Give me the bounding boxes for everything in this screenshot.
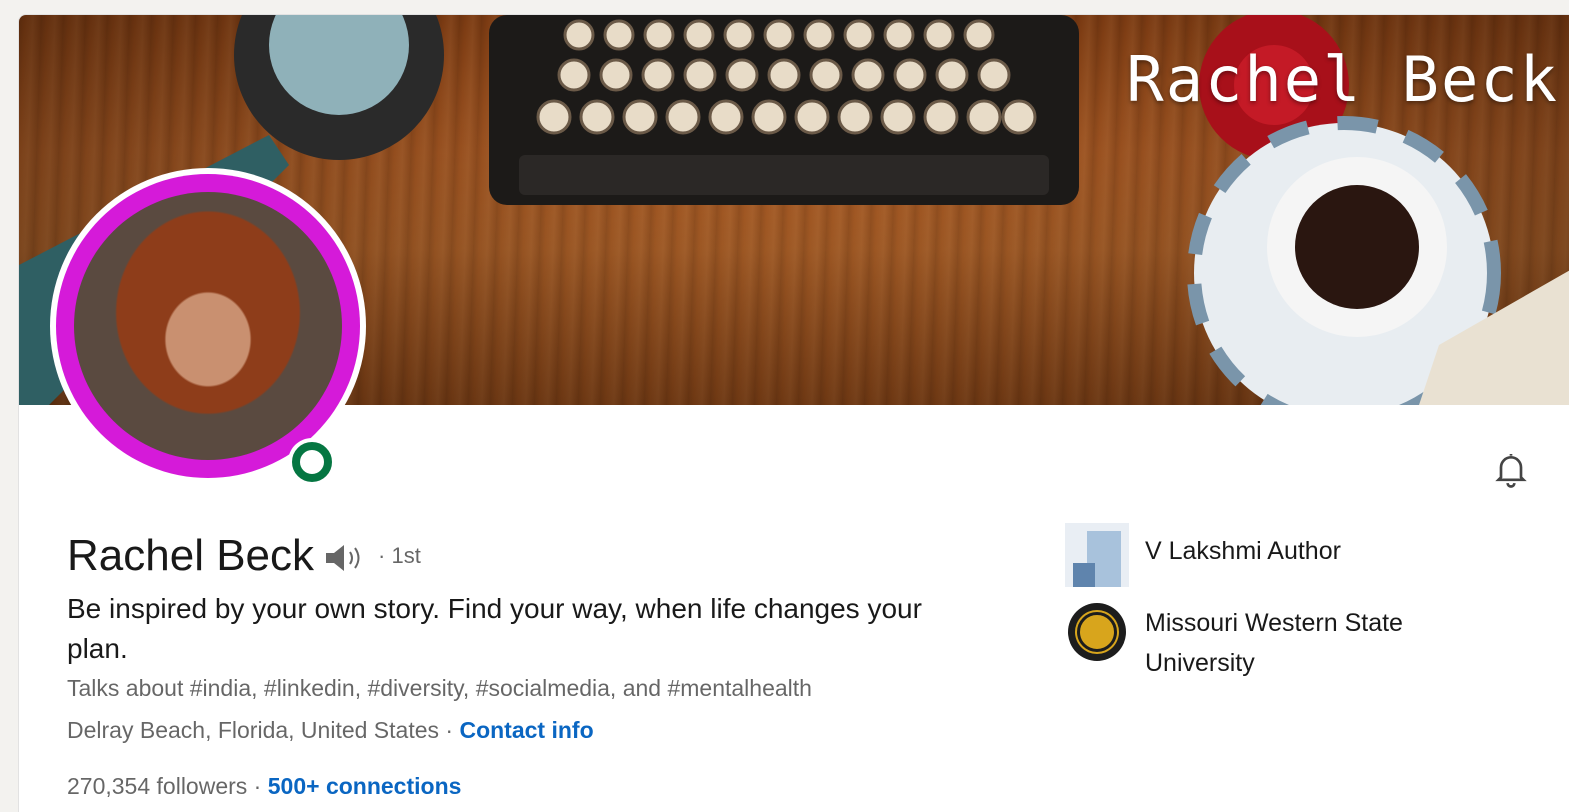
stats-separator: · (247, 773, 268, 799)
notification-bell-button[interactable] (1489, 447, 1533, 491)
location-text: Delray Beach, Florida, United States (67, 717, 440, 743)
profile-photo[interactable] (50, 168, 366, 484)
school-logo-icon (1068, 603, 1126, 661)
stats-row: 270,354 followers · 500+ connections (67, 773, 461, 800)
current-company-item[interactable]: V Lakshmi Author (1065, 523, 1505, 587)
name-pronunciation-button[interactable] (324, 542, 368, 574)
education-item[interactable]: Missouri Western State University (1065, 603, 1505, 683)
talks-about: Talks about #india, #linkedin, #diversit… (67, 675, 812, 701)
connections-link[interactable]: 500+ connections (268, 773, 462, 799)
open-to-work-ring (56, 174, 360, 478)
online-status-indicator (288, 438, 336, 486)
banner-title: Rachel Beck (1126, 43, 1559, 116)
location-separator: · (439, 717, 460, 743)
profile-name: Rachel Beck (67, 531, 315, 580)
location-row: Delray Beach, Florida, United States · C… (67, 717, 594, 744)
contact-info-link[interactable]: Contact info (459, 717, 593, 743)
bell-icon (1495, 454, 1527, 488)
name-row: Rachel Beck · 1st (67, 531, 421, 581)
company-logo-icon (1065, 523, 1129, 587)
followers-count: 270,354 followers (67, 773, 248, 799)
connection-degree: · 1st (378, 543, 421, 568)
school-name: Missouri Western State University (1145, 609, 1403, 677)
profile-headline: Be inspired by your own story. Find your… (67, 593, 922, 664)
avatar (74, 192, 342, 460)
speaker-icon (326, 545, 360, 571)
current-company-name: V Lakshmi Author (1145, 537, 1341, 565)
